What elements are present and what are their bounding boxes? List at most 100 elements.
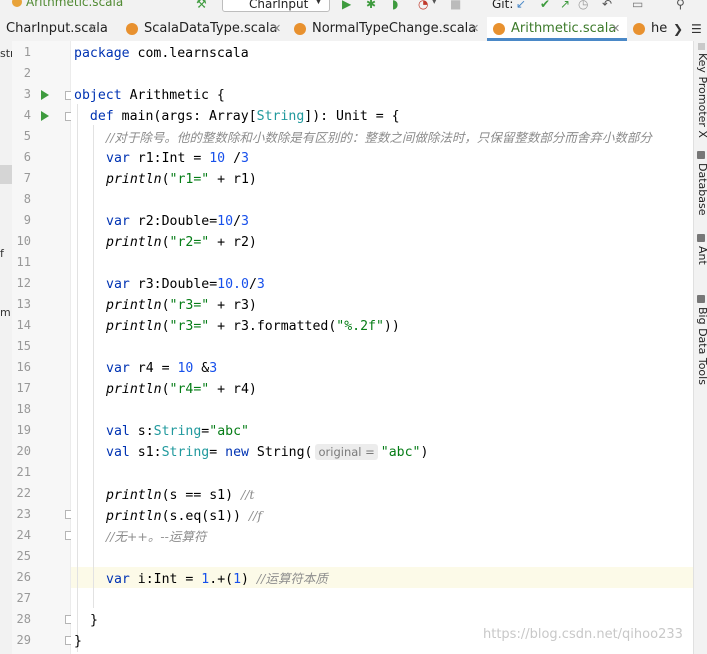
line-number: 16 [16, 360, 31, 374]
token: i:Int = [129, 572, 202, 587]
right-tool-strip: Key Promoter X Database Ant Big Data Too… [693, 41, 707, 654]
token: ]): Unit = { [304, 109, 400, 124]
code-line-17: println("r4=" + r4) [106, 379, 693, 400]
project-tree-fragment[interactable]: m [0, 306, 11, 319]
line-number: 10 [16, 234, 31, 248]
token: val [106, 445, 130, 460]
run-gutter-icon[interactable] [41, 111, 49, 121]
search-icon[interactable]: ⚲ [676, 0, 685, 11]
git-push-icon[interactable]: ↗ [560, 0, 570, 11]
comment: //无++。--运算符 [106, 529, 207, 544]
token: var [106, 214, 130, 229]
code-line-19: val s:String="abc" [106, 421, 693, 442]
key-promoter-tool-button[interactable]: Key Promoter X [696, 53, 707, 138]
scala-file-icon [633, 23, 645, 35]
editor-gutter[interactable]: 1 2 3 4 5 6 7 8 9 10 11 12 13 14 15 16 1… [12, 41, 74, 654]
token: main(args: Array[ [113, 109, 257, 124]
ant-tool-button[interactable]: Ant [696, 246, 707, 265]
database-icon [697, 151, 705, 159]
stop-icon[interactable]: ■ [450, 0, 461, 11]
scala-file-icon [126, 23, 138, 35]
code-line-20: val s1:String= new String(original = "abc… [106, 442, 693, 463]
token: ( [161, 382, 170, 397]
line-number: 22 [16, 486, 31, 500]
git-update-icon[interactable]: ↙ [516, 0, 526, 11]
close-icon[interactable]: ✕ [272, 22, 281, 35]
token: ) [241, 572, 257, 587]
line-number: 12 [16, 276, 31, 290]
rollback-icon[interactable]: ↶ [602, 0, 612, 11]
tab-arithmetic[interactable]: Arithmetic.scala ✕ [487, 17, 627, 41]
comment: //f [248, 508, 262, 523]
token: + r1) [209, 172, 257, 187]
close-icon[interactable]: ✕ [611, 22, 620, 35]
token: "r4=" [169, 382, 210, 397]
token: println [106, 488, 162, 503]
breadcrumb-file[interactable]: Arithmetic.scala [26, 0, 123, 9]
profile-icon[interactable]: ◔ [418, 0, 428, 11]
tab-menu-icon[interactable]: ☰ [691, 22, 702, 36]
token: "r3=" [169, 319, 210, 334]
project-tree-fragment[interactable]: f [0, 247, 4, 260]
sidebar-toggle-icon[interactable]: ▭ [632, 0, 643, 11]
comment: //对于除号。他的整数除和小数除是有区别的：整数之间做除法时，只保留整数部分而舍… [106, 130, 652, 145]
run-icon[interactable]: ▶ [342, 0, 351, 11]
tab-scaladatatype[interactable]: ScalaDataType.scala ✕ [100, 17, 290, 41]
token: 3 [209, 361, 218, 376]
close-icon[interactable]: ✕ [470, 22, 479, 35]
code-line-23: println(s.eq(s1)) //f [106, 505, 693, 526]
git-commit-icon[interactable]: ✔ [540, 0, 550, 11]
token: 3 [241, 151, 249, 166]
token: println [106, 235, 162, 250]
token: ( [161, 172, 170, 187]
tab-he[interactable]: he ❯ ☰ [627, 17, 707, 41]
token: println [106, 319, 162, 334]
run-configuration-select[interactable]: CharInput ▼ [222, 0, 330, 12]
project-tree-selection [0, 165, 12, 184]
inspection-marker[interactable] [698, 43, 705, 50]
token: r3:Double= [129, 277, 218, 292]
line-number: 19 [16, 423, 31, 437]
tab-normaltypechange[interactable]: NormalTypeChange.scala ✕ [290, 17, 487, 41]
token: 10.0 [217, 277, 249, 292]
top-toolbar: Arithmetic.scala ⚒ CharInput ▼ ▶ ✱ ◗ ◔ ▾… [0, 0, 707, 18]
token: s1: [129, 445, 162, 460]
scala-file-icon [294, 23, 306, 35]
tab-charinput[interactable]: CharInput.scala ✕ [0, 17, 108, 41]
editor-tab-bar: CharInput.scala ✕ ScalaDataType.scala ✕ … [0, 17, 707, 42]
token: com.learnscala [129, 46, 249, 61]
token: .+( [209, 572, 234, 587]
line-number: 29 [16, 633, 31, 647]
code-line-26: var i:Int = 1.+(1) //运算符本质 [106, 568, 693, 589]
token: + r4) [209, 382, 257, 397]
line-number: 28 [16, 612, 31, 626]
line-number: 27 [16, 591, 31, 605]
big-data-tools-button[interactable]: Big Data Tools [696, 307, 707, 385]
line-number: 14 [16, 318, 31, 332]
token: var [106, 572, 130, 587]
line-number: 4 [23, 108, 31, 122]
comment: //t [240, 487, 255, 502]
debug-icon[interactable]: ✱ [366, 0, 376, 11]
run-gutter-icon[interactable] [41, 90, 49, 100]
comment: //运算符本质 [256, 571, 328, 586]
history-icon[interactable]: ◷ [578, 0, 588, 11]
token: 3 [241, 214, 249, 229]
run-more-icon[interactable]: ▾ [432, 0, 437, 7]
chevron-down-icon[interactable]: ❯ [673, 22, 683, 36]
token: ( [161, 235, 170, 250]
code-line-1: package com.learnscala [74, 43, 693, 64]
close-icon[interactable]: ✕ [88, 22, 97, 35]
line-number: 17 [16, 381, 31, 395]
scala-file-icon [12, 0, 22, 7]
code-editor[interactable]: package com.learnscala object Arithmetic… [71, 41, 693, 654]
build-hammer-icon[interactable]: ⚒ [196, 0, 207, 11]
token: String [161, 445, 210, 460]
code-line-5: //对于除号。他的整数除和小数除是有区别的：整数之间做除法时，只保留整数部分而舍… [106, 127, 693, 148]
token: new [225, 445, 249, 460]
coverage-icon[interactable]: ◗ [392, 0, 398, 11]
line-number: 21 [16, 465, 31, 479]
database-tool-button[interactable]: Database [696, 163, 707, 216]
code-line-7: println("r1=" + r1) [106, 169, 693, 190]
line-number: 5 [23, 129, 31, 143]
